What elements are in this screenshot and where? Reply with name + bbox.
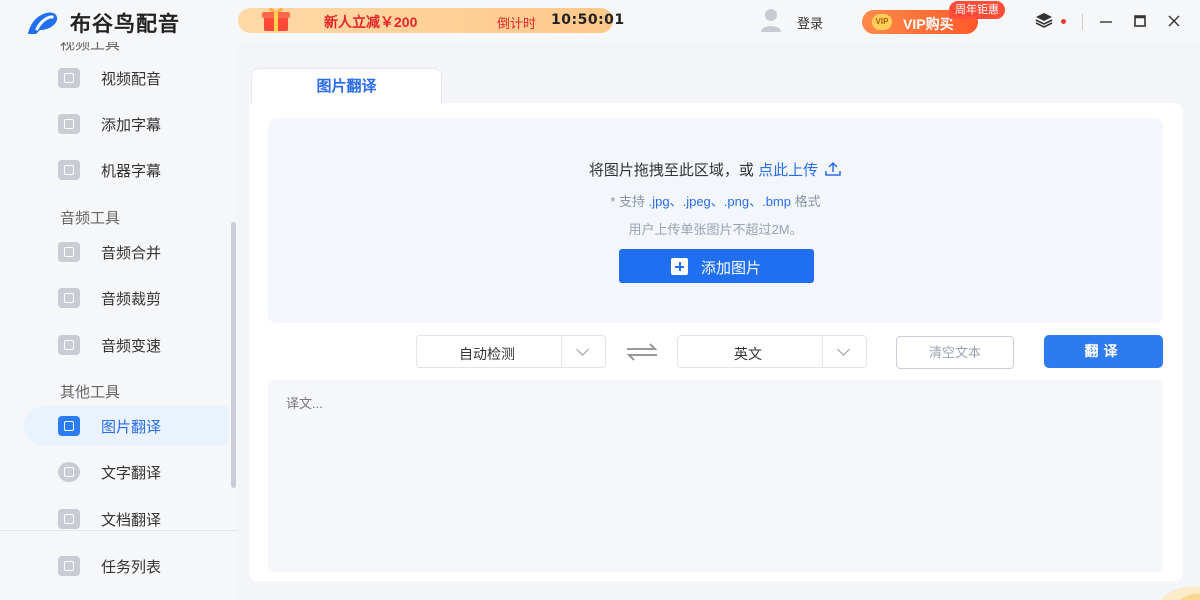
title-bar: 布谷鸟配音 新人立减￥200 倒计时 10:50:01 登录 VIP VIP购买… bbox=[0, 0, 1200, 42]
sidebar-item-image-translate[interactable]: 图片翻译 bbox=[24, 406, 228, 446]
maximize-icon bbox=[1134, 15, 1146, 27]
login-link[interactable]: 登录 bbox=[797, 13, 823, 32]
group-title-video: 视频工具 bbox=[60, 42, 121, 53]
add-file-icon bbox=[671, 258, 688, 275]
image-translate-icon bbox=[58, 416, 80, 436]
group-title-other: 其他工具 bbox=[60, 384, 121, 401]
vip-label: VIP购买 bbox=[903, 16, 954, 32]
anniversary-tag: 周年钜惠 bbox=[949, 1, 1005, 19]
translation-output[interactable]: 译文... bbox=[268, 380, 1163, 572]
dropzone-instructions: 将图片拖拽至此区域，或 点此上传 bbox=[268, 159, 1163, 180]
user-avatar-icon[interactable] bbox=[760, 8, 782, 32]
sidebar-item-label: 视频配音 bbox=[101, 71, 162, 88]
sidebar-item-label: 机器字幕 bbox=[101, 163, 162, 180]
supported-formats: * 支持 .jpg、.jpeg、.png、.bmp 格式 bbox=[268, 191, 1163, 210]
source-language-value: 自动检测 bbox=[459, 346, 515, 362]
sidebar: 视频工具 视频配音 添加字幕 机器字幕 音频工具 音频合并 音频裁剪 音频变速 … bbox=[0, 42, 238, 600]
target-language-value: 英文 bbox=[734, 346, 762, 362]
window-controls-divider bbox=[1082, 14, 1083, 30]
translate-button[interactable]: 翻译 bbox=[1044, 335, 1163, 368]
cuckoo-logo-icon bbox=[28, 12, 58, 34]
maximize-button[interactable] bbox=[1130, 10, 1150, 32]
sidebar-item-text-translate[interactable]: 文字翻译 bbox=[24, 452, 228, 492]
output-placeholder: 译文... bbox=[286, 396, 323, 411]
sidebar-item-task-list[interactable]: 任务列表 bbox=[24, 546, 228, 586]
sidebar-item-label: 音频合并 bbox=[101, 245, 162, 262]
sidebar-item-audio-cut[interactable]: 音频裁剪 bbox=[24, 278, 228, 318]
sidebar-divider bbox=[0, 530, 238, 531]
layers-icon[interactable] bbox=[1035, 12, 1053, 28]
gift-icon bbox=[262, 7, 290, 31]
add-image-label: 添加图片 bbox=[701, 260, 762, 277]
audio-merge-icon bbox=[58, 242, 80, 262]
clear-text-button[interactable]: 清空文本 bbox=[896, 336, 1014, 369]
add-image-button[interactable]: 添加图片 bbox=[619, 249, 814, 283]
swap-languages-icon[interactable] bbox=[625, 343, 659, 361]
chevron-down-icon bbox=[561, 336, 605, 367]
vip-badge-icon: VIP bbox=[872, 14, 892, 30]
formats-list: .jpg、.jpeg、.png、.bmp bbox=[648, 194, 791, 209]
sidebar-item-label: 文档翻译 bbox=[101, 512, 162, 529]
sidebar-item-label: 添加字幕 bbox=[101, 117, 162, 134]
minimize-icon bbox=[1100, 21, 1112, 23]
image-dropzone[interactable]: 将图片拖拽至此区域，或 点此上传 * 支持 .jpg、.jpeg、.png、.b… bbox=[268, 118, 1163, 323]
target-language-select[interactable]: 英文 bbox=[677, 335, 867, 368]
robot-icon bbox=[58, 160, 80, 180]
sidebar-item-audio-speed[interactable]: 音频变速 bbox=[24, 325, 228, 365]
sidebar-item-audio-merge[interactable]: 音频合并 bbox=[24, 232, 228, 272]
app-logo: 布谷鸟配音 bbox=[24, 8, 180, 38]
minimize-button[interactable] bbox=[1096, 10, 1116, 32]
formats-suffix: 格式 bbox=[794, 194, 821, 209]
subtitle-icon bbox=[58, 114, 80, 134]
chevron-down-icon bbox=[822, 336, 866, 367]
sidebar-item-doc-translate[interactable]: 文档翻译 bbox=[24, 499, 228, 539]
close-button[interactable] bbox=[1164, 10, 1184, 32]
sidebar-item-label: 音频裁剪 bbox=[101, 291, 162, 308]
text-translate-icon bbox=[58, 462, 80, 482]
task-list-icon bbox=[58, 556, 80, 576]
video-dub-icon bbox=[58, 68, 80, 88]
sidebar-item-video-dub[interactable]: 视频配音 bbox=[24, 58, 228, 98]
countdown-label: 倒计时 bbox=[497, 16, 537, 31]
promo-text: 新人立减￥200 bbox=[324, 14, 418, 30]
sidebar-item-label: 文字翻译 bbox=[101, 465, 162, 482]
sidebar-item-add-subtitle[interactable]: 添加字幕 bbox=[24, 104, 228, 144]
speed-icon bbox=[58, 335, 80, 355]
sidebar-scrollbar[interactable] bbox=[231, 222, 236, 488]
countdown-timer: 10:50:01 bbox=[551, 12, 625, 28]
app-title: 布谷鸟配音 bbox=[70, 13, 180, 36]
upload-link-label: 点此上传 bbox=[758, 162, 819, 179]
source-language-select[interactable]: 自动检测 bbox=[416, 335, 606, 368]
close-icon bbox=[1168, 15, 1180, 27]
notification-dot bbox=[1061, 19, 1066, 24]
sidebar-item-machine-subtitle[interactable]: 机器字幕 bbox=[24, 150, 228, 190]
doc-translate-icon bbox=[58, 509, 80, 529]
sidebar-item-label: 音频变速 bbox=[101, 338, 162, 355]
upload-icon bbox=[825, 161, 841, 176]
promo-banner[interactable]: 新人立减￥200 倒计时 10:50:01 bbox=[238, 7, 624, 33]
sidebar-item-label: 任务列表 bbox=[101, 559, 162, 576]
sidebar-item-label: 图片翻译 bbox=[101, 419, 162, 436]
group-title-audio: 音频工具 bbox=[60, 210, 121, 227]
upload-link[interactable]: 点此上传 bbox=[758, 161, 842, 179]
scissors-icon bbox=[58, 288, 80, 308]
corner-decoration-icon bbox=[1160, 586, 1200, 600]
size-limit-note: 用户上传单张图片不超过2M。 bbox=[628, 222, 803, 237]
dropzone-text: 将图片拖拽至此区域，或 bbox=[588, 162, 754, 179]
tab-image-translate[interactable]: 图片翻译 bbox=[251, 68, 442, 104]
formats-prefix: * 支持 bbox=[610, 194, 646, 209]
